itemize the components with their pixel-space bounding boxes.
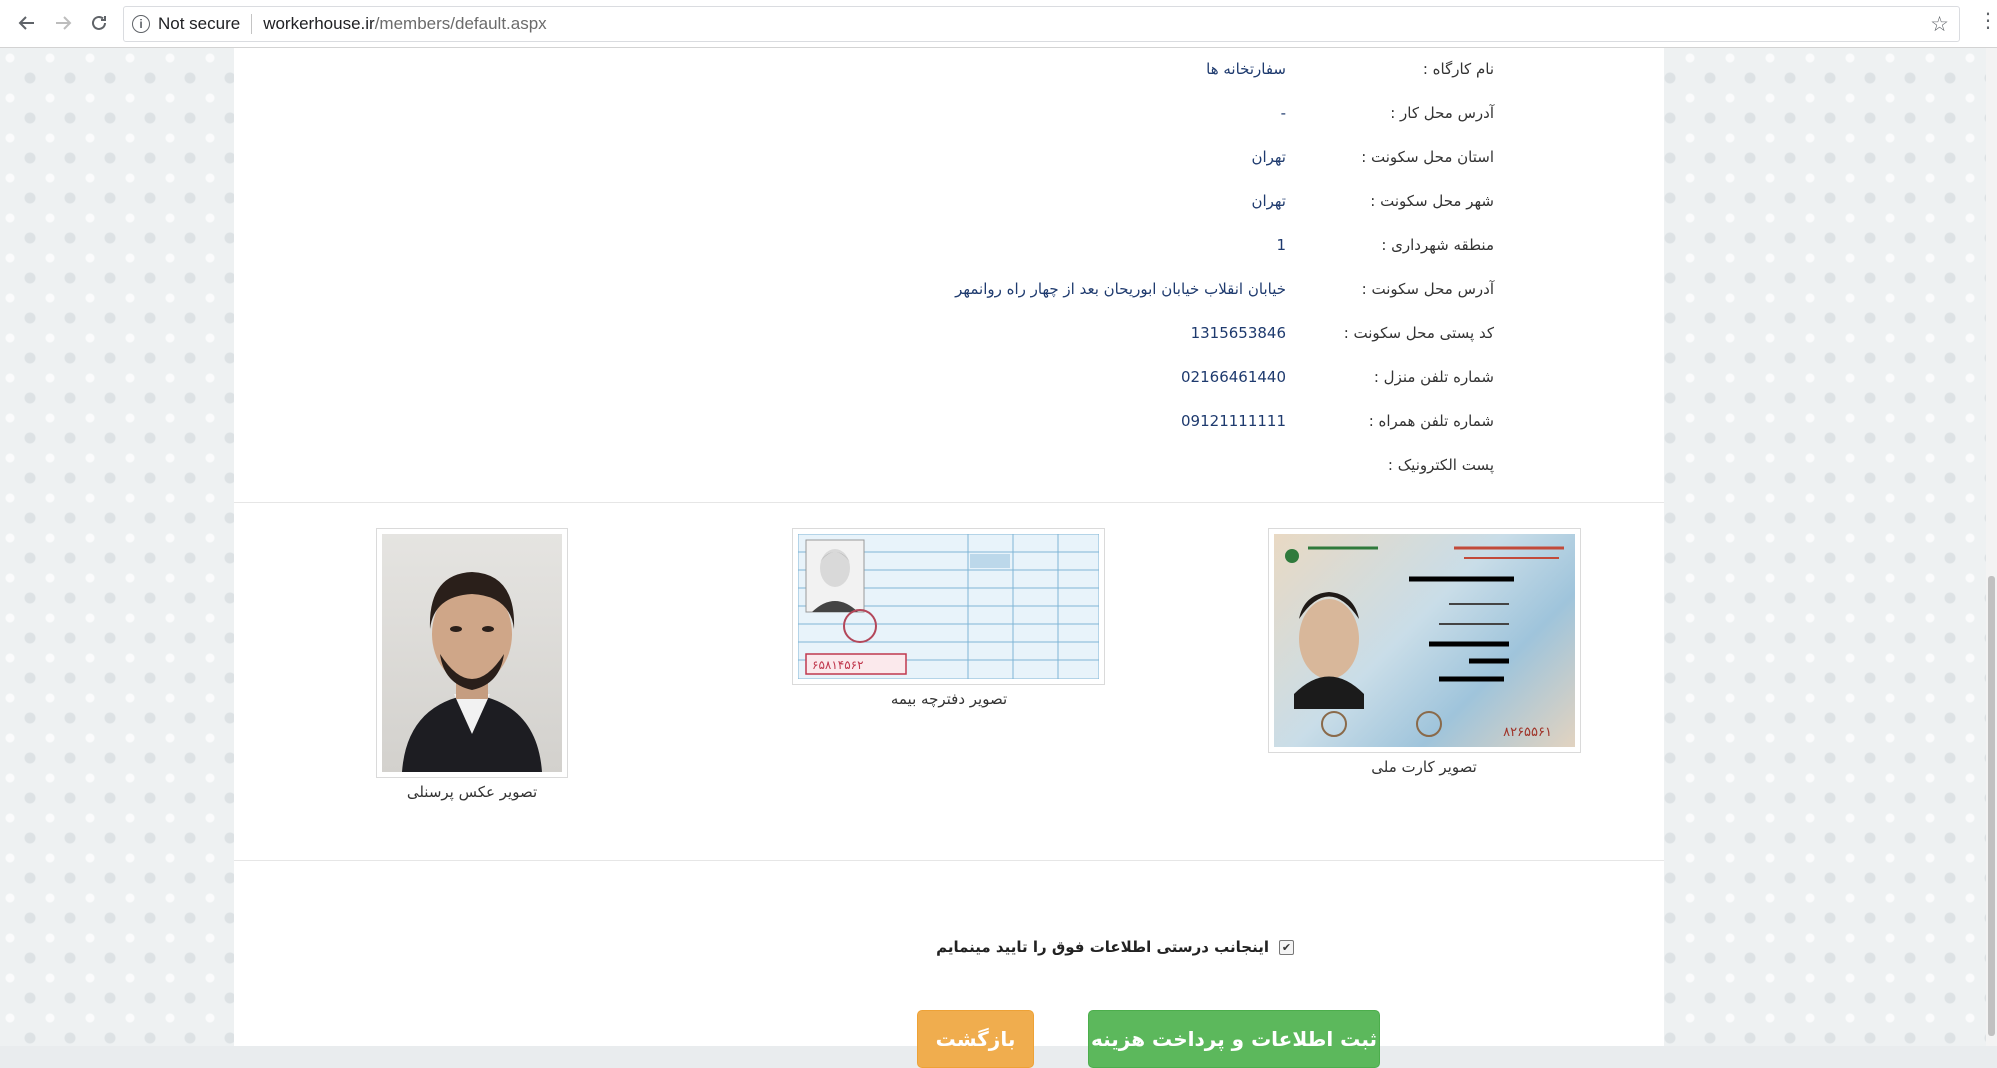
url-host: workerhouse.ir (263, 14, 375, 33)
label-home-phone: شماره تلفن منزل : (1373, 368, 1494, 386)
confirmation-row[interactable]: ✔ اینجانب درستی اطلاعات فوق را تایید مین… (936, 938, 1294, 956)
submit-and-pay-button[interactable]: ثبت اطلاعات و پرداخت هزینه (1088, 1010, 1380, 1068)
confirmation-label: اینجانب درستی اطلاعات فوق را تایید مینما… (936, 938, 1269, 956)
info-row-city: شهر محل سکونت : تهران (234, 192, 1664, 222)
personal-photo-image[interactable] (376, 528, 568, 778)
label-workshop: نام کارگاه : (1422, 60, 1494, 78)
url-path: /members/default.aspx (374, 14, 547, 33)
value-municipal-district: 1 (1276, 236, 1286, 254)
info-row-workshop: نام کارگاه : سفارتخانه ها (234, 60, 1664, 90)
label-province: استان محل سکونت : (1361, 148, 1494, 166)
insurance-stamp-number: ۶۵۸۱۴۵۶۲ (812, 658, 864, 672)
personal-photo-illustration (402, 572, 542, 772)
label-email: پست الکترونیک : (1387, 456, 1494, 474)
info-row-home-phone: شماره تلفن منزل : 02166461440 (234, 368, 1664, 398)
confirmation-checkbox[interactable]: ✔ (1279, 939, 1294, 955)
label-mobile: شماره تلفن همراه : (1368, 412, 1494, 430)
separator (251, 14, 253, 34)
value-province: تهران (1251, 148, 1286, 166)
value-mobile: 09121111111 (1181, 412, 1286, 430)
scrollbar-thumb[interactable] (1988, 576, 1995, 1036)
security-label: Not secure (158, 14, 241, 33)
label-city: شهر محل سکونت : (1370, 192, 1494, 210)
info-row-home-address: آدرس محل سکونت : خیابان انقلاب خیابان اب… (234, 280, 1664, 310)
national-card-image[interactable]: ۸۲۶۵۵۶۱ (1268, 528, 1581, 753)
info-row-postal-code: کد پستی محل سکونت : 1315653846 (234, 324, 1664, 354)
value-work-address: - (1280, 104, 1286, 122)
insurance-book-image[interactable]: ۶۵۸۱۴۵۶۲ (792, 528, 1105, 685)
reload-icon[interactable] (82, 6, 116, 40)
section-divider (234, 502, 1664, 503)
value-city: تهران (1251, 192, 1286, 210)
info-row-municipal-district: منطقه شهرداری : 1 (234, 236, 1664, 266)
back-arrow-icon[interactable] (10, 6, 44, 40)
national-card-number: ۸۲۶۵۵۶۱ (1503, 725, 1552, 740)
label-work-address: آدرس محل کار : (1390, 104, 1494, 122)
value-postal-code: 1315653846 (1190, 324, 1286, 342)
back-button[interactable]: بازگشت (917, 1010, 1034, 1068)
value-home-address: خیابان انقلاب خیابان ابوریحان بعد از چها… (955, 280, 1286, 298)
personal-photo-caption: تصویر عکس پرسنلی (406, 783, 538, 801)
value-home-phone: 02166461440 (1181, 368, 1286, 386)
insurance-book-illustration: ۶۵۸۱۴۵۶۲ (798, 534, 1099, 679)
page-scrollbar[interactable] (1986, 48, 1997, 1046)
value-workshop: سفارتخانه ها (1206, 60, 1286, 78)
info-row-work-address: آدرس محل کار : - (234, 104, 1664, 134)
label-home-address: آدرس محل سکونت : (1361, 280, 1494, 298)
member-details-panel: نام کارگاه : سفارتخانه ها آدرس محل کار :… (234, 48, 1664, 1068)
info-icon[interactable]: i (132, 15, 150, 33)
info-row-province: استان محل سکونت : تهران (234, 148, 1664, 178)
national-card-illustration: ۸۲۶۵۵۶۱ (1285, 546, 1564, 740)
label-postal-code: کد پستی محل سکونت : (1343, 324, 1494, 342)
national-card-caption: تصویر کارت ملی (1371, 758, 1477, 776)
section-divider-2 (234, 860, 1664, 861)
forward-arrow-icon[interactable] (46, 6, 80, 40)
label-municipal-district: منطقه شهرداری : (1381, 236, 1494, 254)
address-bar[interactable]: i Not secure workerhouse.ir/members/defa… (123, 6, 1960, 42)
insurance-book-caption: تصویر دفترچه بیمه (890, 690, 1008, 708)
more-menu-icon[interactable]: ⋮ (1978, 8, 1997, 38)
star-icon[interactable]: ☆ (1930, 12, 1949, 37)
browser-toolbar: i Not secure workerhouse.ir/members/defa… (0, 0, 1997, 48)
info-row-mobile: شماره تلفن همراه : 09121111111 (234, 412, 1664, 442)
info-row-email: پست الکترونیک : (234, 456, 1664, 486)
